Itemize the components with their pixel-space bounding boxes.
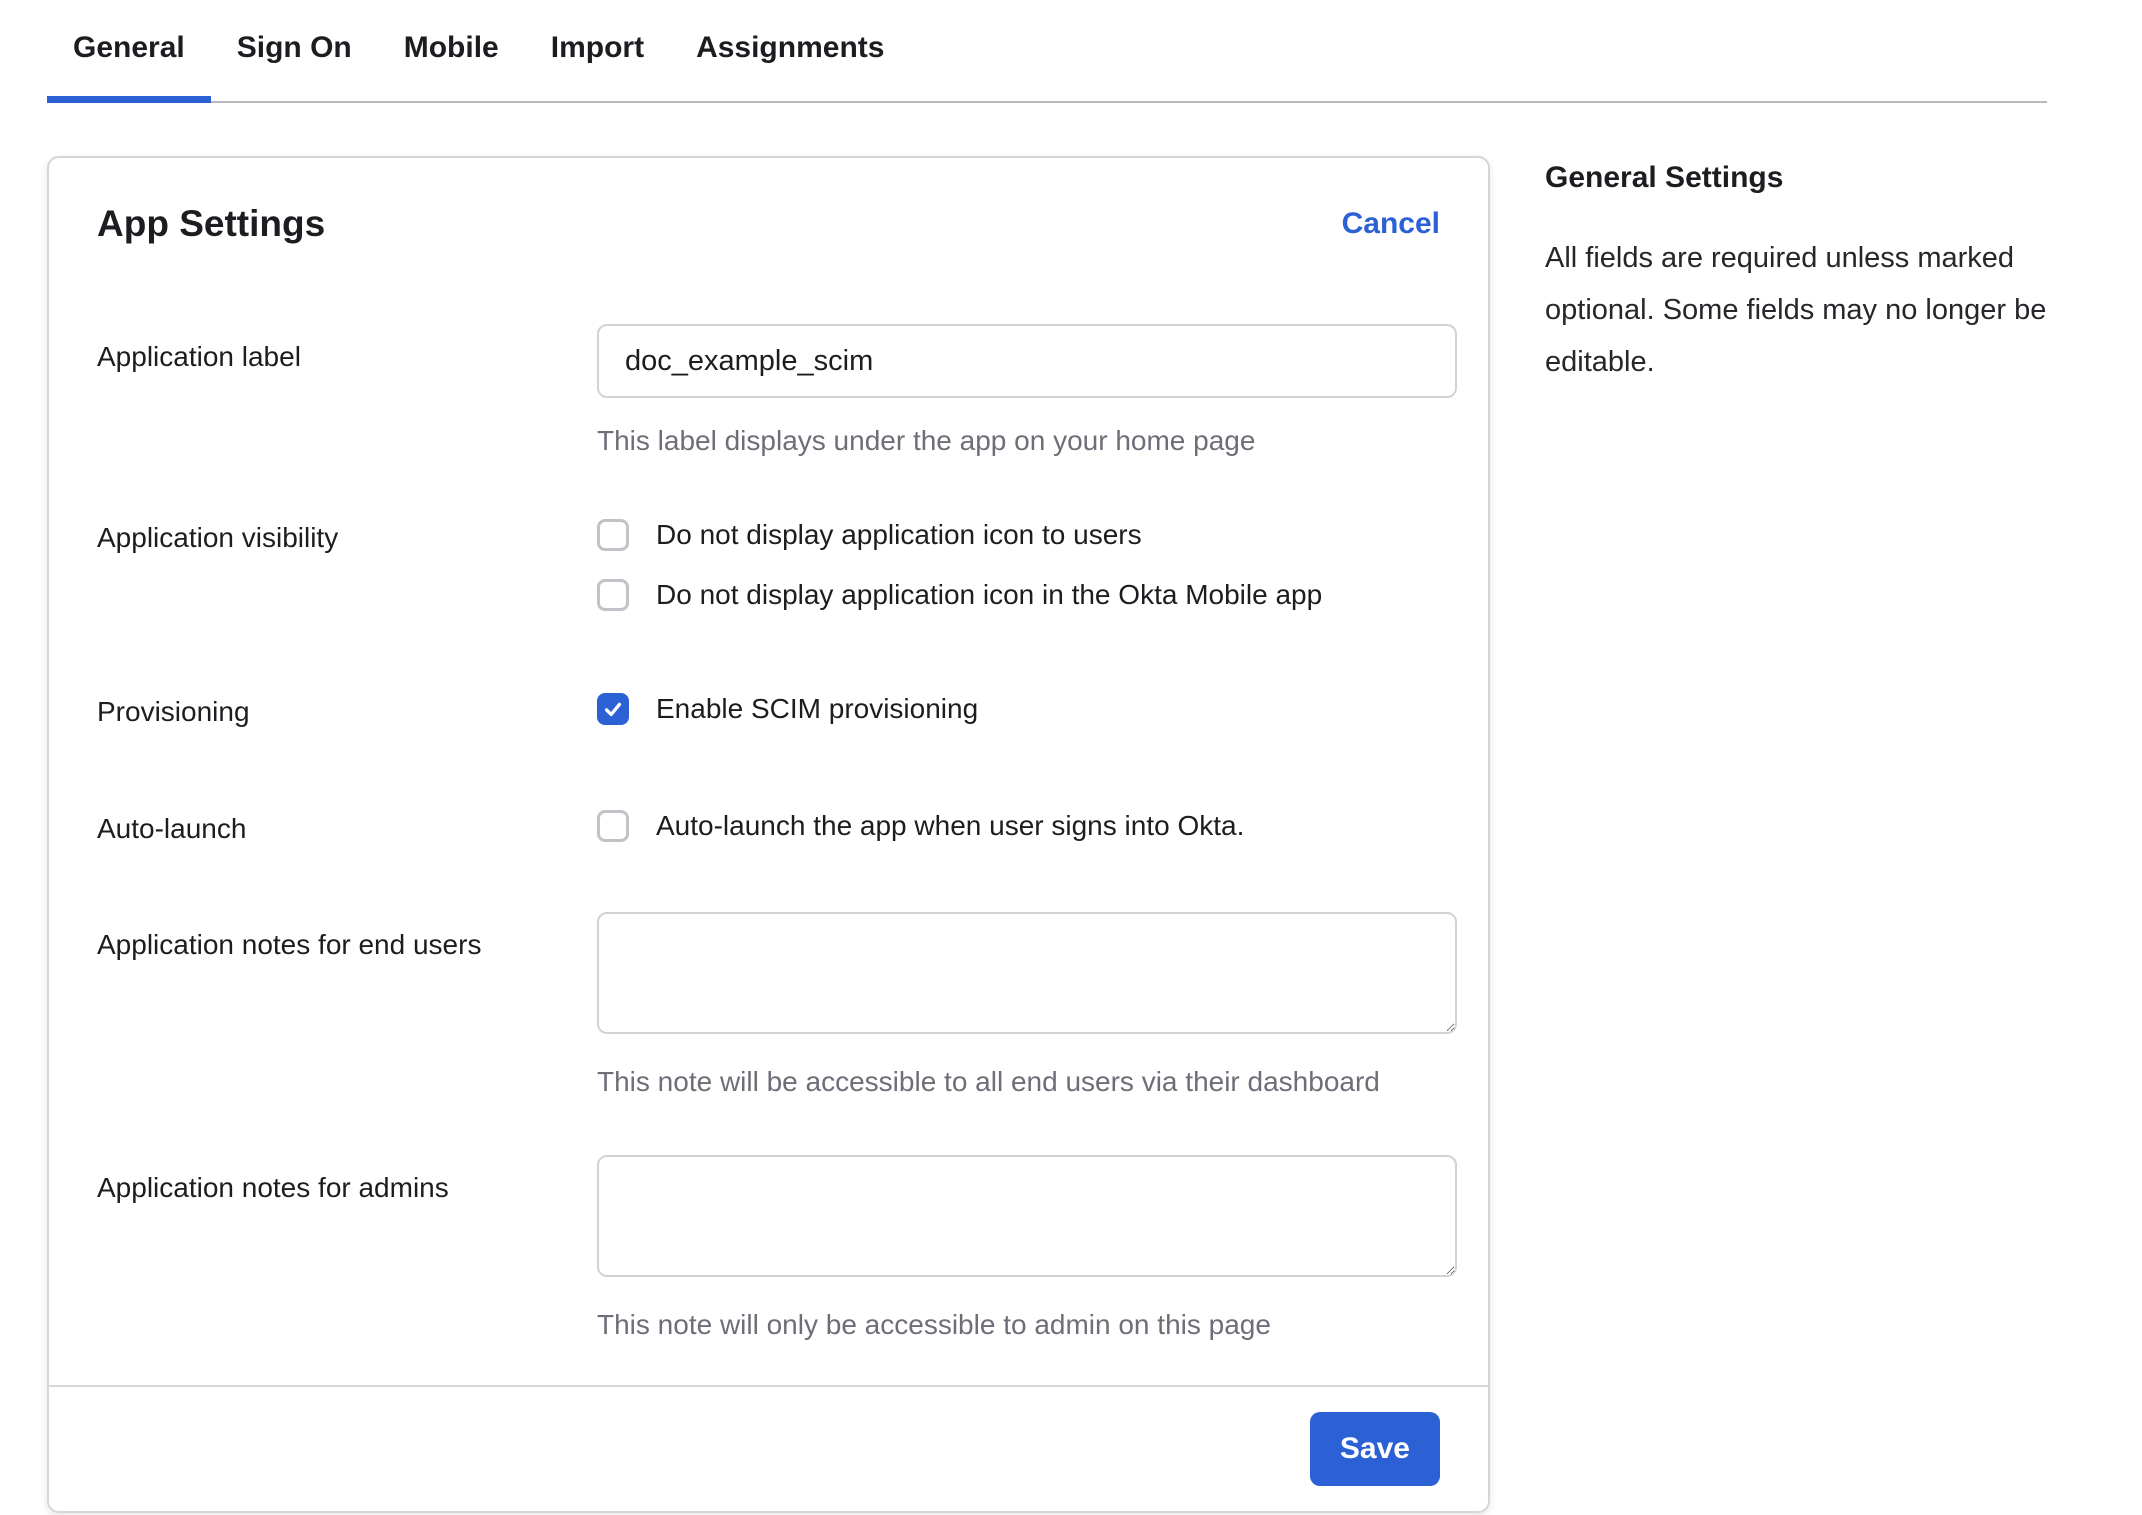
notes-end-users-help: This note will be accessible to all end … [597,1065,1457,1099]
tab-general[interactable]: General [47,0,211,101]
tab-sign-on-label: Sign On [237,31,352,64]
save-button[interactable]: Save [1310,1412,1440,1486]
field-application-label: Application label This label displays un… [97,324,1440,458]
checkbox-box[interactable] [597,810,629,842]
panel-footer: Save [49,1385,1488,1511]
tab-import-label: Import [551,31,644,64]
tab-mobile-label: Mobile [404,31,499,64]
checkbox-label: Do not display application icon to users [656,518,1142,552]
app-settings-panel: App Settings Cancel Application label Th… [47,156,1490,1513]
application-visibility-label: Application visibility [97,518,597,555]
field-notes-admins: Application notes for admins This note w… [97,1155,1440,1342]
checkmark-icon [602,698,624,720]
checkbox-box[interactable] [597,693,629,725]
checkbox-label: Auto-launch the app when user signs into… [656,809,1244,843]
provisioning-label: Provisioning [97,692,597,729]
tab-sign-on[interactable]: Sign On [211,0,378,101]
notes-admins-label: Application notes for admins [97,1155,597,1205]
checkbox-label: Do not display application icon in the O… [656,578,1322,612]
main-content: App Settings Cancel Application label Th… [47,156,2142,1513]
checkbox-auto-launch[interactable]: Auto-launch the app when user signs into… [597,809,1440,843]
notes-end-users-label: Application notes for end users [97,912,597,962]
application-label-help: This label displays under the app on you… [597,424,1457,458]
cancel-button[interactable]: Cancel [1342,207,1440,241]
checkbox-box[interactable] [597,519,629,551]
sidebar-description: All fields are required unless marked op… [1545,232,2065,388]
field-notes-end-users: Application notes for end users This not… [97,912,1440,1099]
tab-bar: General Sign On Mobile Import Assignment… [47,0,2047,103]
general-settings-sidebar: General Settings All fields are required… [1545,156,2065,388]
checkbox-enable-scim-provisioning[interactable]: Enable SCIM provisioning [597,692,1440,726]
tab-general-label: General [73,31,185,64]
field-application-visibility: Application visibility Do not display ap… [97,518,1440,612]
sidebar-title: General Settings [1545,160,2065,196]
tab-mobile[interactable]: Mobile [378,0,525,101]
notes-admins-help: This note will only be accessible to adm… [597,1308,1457,1342]
checkbox-hide-icon-mobile[interactable]: Do not display application icon in the O… [597,578,1440,612]
tab-assignments-label: Assignments [696,31,884,64]
checkbox-box[interactable] [597,579,629,611]
field-auto-launch: Auto-launch Auto-launch the app when use… [97,809,1440,846]
checkbox-hide-icon-users[interactable]: Do not display application icon to users [597,518,1440,552]
panel-header: App Settings Cancel [97,202,1440,246]
notes-end-users-textarea[interactable] [597,912,1457,1034]
application-label-input[interactable] [597,324,1457,398]
tab-assignments[interactable]: Assignments [670,0,910,101]
application-label-label: Application label [97,324,597,374]
panel-title: App Settings [97,202,325,246]
checkbox-label: Enable SCIM provisioning [656,692,978,726]
notes-admins-textarea[interactable] [597,1155,1457,1277]
field-provisioning: Provisioning Enable SCIM provisioning [97,692,1440,729]
tab-import[interactable]: Import [525,0,670,101]
auto-launch-label: Auto-launch [97,809,597,846]
